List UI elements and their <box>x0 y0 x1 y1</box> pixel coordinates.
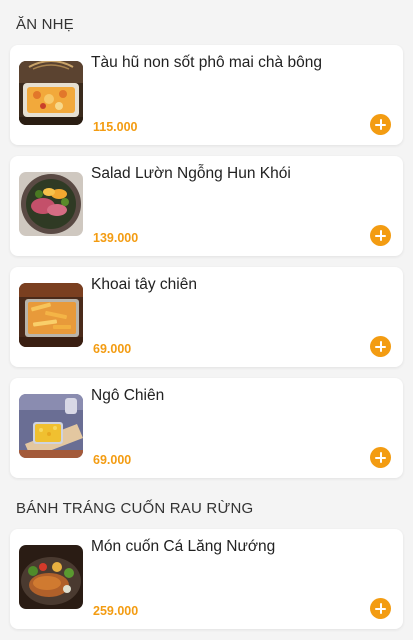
menu-item-price: 69.000 <box>93 453 132 467</box>
menu-item-name: Tàu hũ non sốt phô mai chà bông <box>91 54 322 71</box>
menu-item-card[interactable]: Ngô Chiên 69.000 <box>10 378 403 478</box>
tofu-dish-icon <box>19 61 83 125</box>
menu-item-price: 139.000 <box>93 231 139 245</box>
salad-dish-icon <box>19 172 83 236</box>
menu-item-name: Khoai tây chiên <box>91 276 197 293</box>
menu-item-name: Ngô Chiên <box>91 387 165 404</box>
menu-item-name: Món cuốn Cá Lăng Nướng <box>91 538 276 555</box>
add-to-cart-button[interactable] <box>370 447 391 468</box>
menu-item-card[interactable]: Khoai tây chiên 69.000 <box>10 267 403 367</box>
add-to-cart-button[interactable] <box>370 225 391 246</box>
fries-dish-icon <box>19 283 83 347</box>
menu-page: ĂN NHẸ Tàu hũ non sốt phô mai chà bông 1… <box>0 0 413 640</box>
section-title-forest-rolls: BÁNH TRÁNG CUỐN RAU RỪNG <box>16 500 254 517</box>
corn-dish-icon <box>19 394 83 458</box>
menu-item-card[interactable]: Món cuốn Cá Lăng Nướng 259.000 <box>10 529 403 629</box>
add-to-cart-button[interactable] <box>370 598 391 619</box>
add-to-cart-button[interactable] <box>370 114 391 135</box>
menu-item-card[interactable]: Salad Lườn Ngỗng Hun Khói 139.000 <box>10 156 403 256</box>
menu-item-price: 259.000 <box>93 604 139 618</box>
menu-item-card[interactable]: Tàu hũ non sốt phô mai chà bông 115.000 <box>10 45 403 145</box>
menu-item-price: 115.000 <box>93 120 138 134</box>
add-to-cart-button[interactable] <box>370 336 391 357</box>
grilled-fish-dish-icon <box>19 545 83 609</box>
section-title-snacks: ĂN NHẸ <box>16 16 74 33</box>
menu-item-price: 69.000 <box>93 342 132 356</box>
menu-item-name: Salad Lườn Ngỗng Hun Khói <box>91 165 291 182</box>
